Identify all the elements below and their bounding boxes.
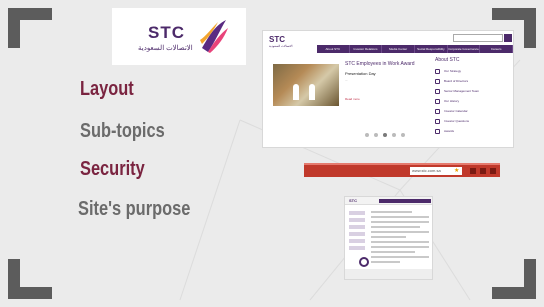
- about-title: About STC: [435, 57, 460, 63]
- corner-bracket-top-left: [8, 8, 52, 48]
- hero-read-more-link: Read more: [345, 97, 360, 101]
- website-homepage-screenshot: STC الاتصالات السعودية About STC Investo…: [262, 30, 514, 148]
- about-item: Awards: [435, 126, 513, 136]
- website-subpage-screenshot: STC: [344, 196, 433, 280]
- carousel-dot: [365, 133, 369, 137]
- carousel-dot: [392, 133, 396, 137]
- carousel-dot: [374, 133, 378, 137]
- logo-arabic-text: الاتصالات السعودية: [138, 45, 193, 52]
- about-item: Our History: [435, 96, 513, 106]
- corner-bracket-bottom-left: [8, 259, 52, 299]
- stc-swirl-icon: [200, 20, 228, 53]
- site-nav-item: Media Center: [382, 45, 416, 53]
- about-item: Board of Directors: [435, 76, 513, 86]
- about-item: Investor Questions: [435, 116, 513, 126]
- question-icon: [435, 118, 440, 124]
- carousel-dot-active: [383, 133, 387, 137]
- calendar-icon: [435, 108, 440, 114]
- corner-bracket-bottom-right: [492, 259, 536, 299]
- management-icon: [435, 88, 440, 94]
- hero-title: STC Employees in Work Award: [345, 61, 415, 67]
- toolbar-icon: [490, 168, 496, 174]
- logo-brand: STC: [148, 23, 185, 42]
- hero-photo: [273, 64, 339, 106]
- topic-sites-purpose[interactable]: Site's purpose: [78, 198, 190, 221]
- mini-logo: STC: [349, 198, 357, 203]
- site-nav-item: About STC: [317, 45, 350, 53]
- about-stc-panel: About STC Our Strategy Board of Director…: [435, 57, 513, 136]
- toolbar-icon: [480, 168, 486, 174]
- mini-header: STC: [345, 197, 432, 205]
- carousel-dots: [365, 133, 405, 137]
- award-icon: [435, 128, 440, 134]
- strategy-icon: [435, 68, 440, 74]
- history-icon: [435, 98, 440, 104]
- mini-content: [371, 211, 429, 266]
- site-nav-item: Social Responsibility: [415, 45, 448, 53]
- site-nav-item: Corporate Governance: [448, 45, 481, 53]
- about-item: Senior Management Team: [435, 86, 513, 96]
- carousel-dot: [401, 133, 405, 137]
- about-item: Investor Calendar: [435, 106, 513, 116]
- toolbar-icon: [470, 168, 476, 174]
- site-nav-bar: About STC Investor Relations Media Cente…: [317, 45, 513, 53]
- hero-subtitle: Presentation Day: [345, 71, 376, 76]
- board-icon: [435, 78, 440, 84]
- star-icon: ★: [454, 168, 460, 174]
- hero-body-text: ...: [345, 78, 348, 82]
- about-item: Our Strategy: [435, 66, 513, 76]
- site-logo-subtext: الاتصالات السعودية: [269, 44, 293, 48]
- mini-logo-mark-icon: [359, 257, 369, 267]
- topic-layout[interactable]: Layout: [80, 78, 134, 101]
- site-nav-item: Careers: [480, 45, 513, 53]
- topic-sub-topics[interactable]: Sub-topics: [80, 120, 165, 143]
- topic-security[interactable]: Security: [80, 158, 145, 181]
- stc-logo-card: STC الاتصالات السعودية: [112, 8, 246, 65]
- site-logo: STC: [269, 35, 285, 44]
- site-search-icon: [504, 34, 512, 42]
- mini-footer: [345, 269, 432, 279]
- site-nav-item: Investor Relations: [350, 45, 383, 53]
- mini-nav-bar: [379, 199, 431, 203]
- site-search-input: [453, 34, 503, 42]
- browser-address-bar-screenshot: www.stc.com.sa ★: [304, 163, 500, 177]
